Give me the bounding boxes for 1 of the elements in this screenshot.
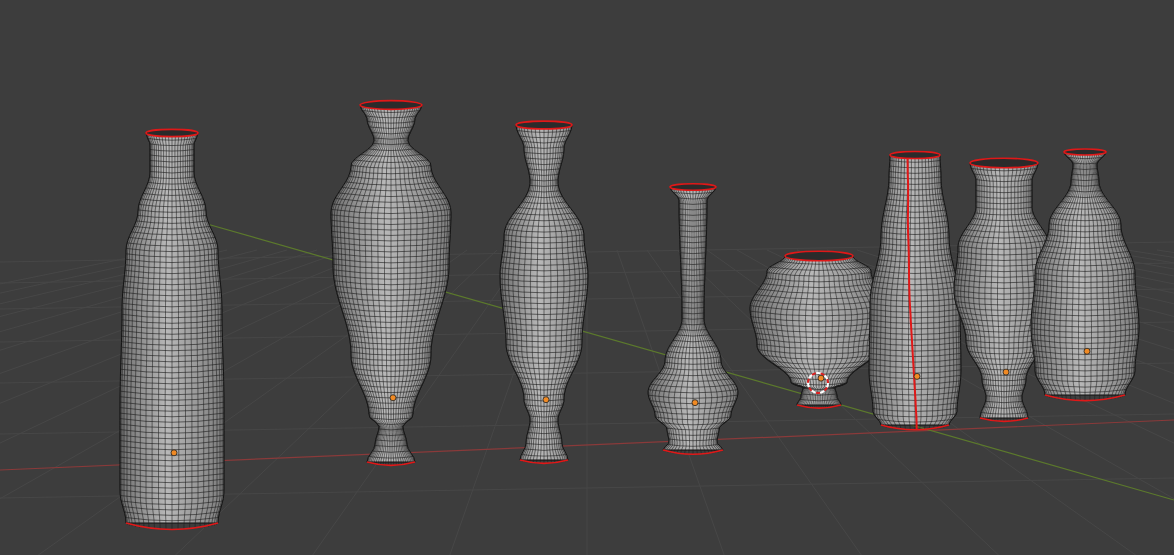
3d-cursor-icon [807, 372, 829, 394]
